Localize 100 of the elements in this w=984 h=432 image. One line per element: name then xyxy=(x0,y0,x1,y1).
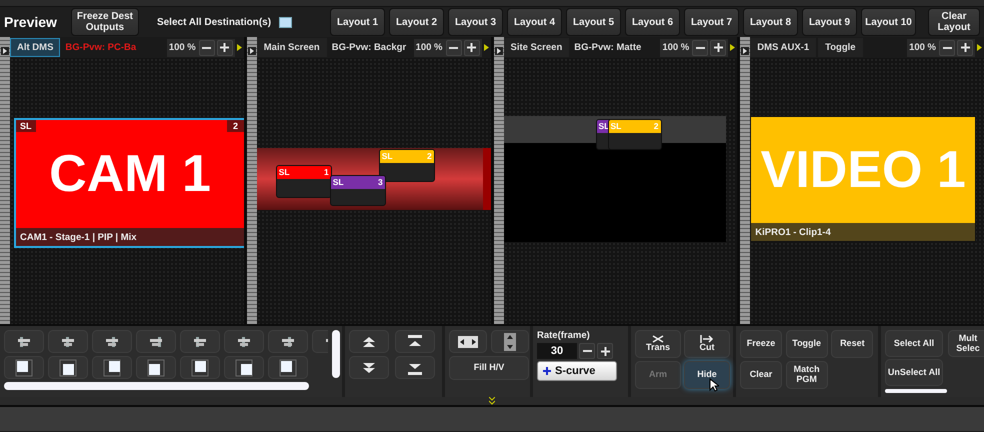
align-button[interactable] xyxy=(48,330,88,353)
fill-height-button[interactable] xyxy=(491,330,529,353)
zoom-out-button[interactable] xyxy=(198,40,215,56)
source-layer[interactable]: SL 2 CAM 1 CAM1 - Stage-1 | PIP | Mix xyxy=(14,118,244,248)
arrange-button[interactable] xyxy=(395,356,435,379)
action-button[interactable]: Match PGM xyxy=(786,361,828,389)
zoom-in-button[interactable] xyxy=(464,40,480,56)
zoom-out-button[interactable] xyxy=(939,40,955,56)
expand-icon[interactable] xyxy=(489,397,495,405)
arrange-button[interactable] xyxy=(395,330,435,353)
layer-number: 1 xyxy=(324,166,329,179)
zoom-out-button[interactable] xyxy=(579,343,595,359)
chevron-icon[interactable] xyxy=(236,44,242,51)
minus-icon xyxy=(202,46,212,48)
layer-tag: SL xyxy=(16,120,36,132)
resize-grip[interactable] xyxy=(494,37,504,324)
align-icon xyxy=(104,334,120,348)
layout-button[interactable]: Layout 5 xyxy=(566,8,621,36)
position-icon xyxy=(15,358,33,376)
layer-number: 2 xyxy=(427,150,432,163)
align-button[interactable] xyxy=(4,330,44,353)
cut-arrow-icon xyxy=(700,335,714,344)
preview-title: Preview xyxy=(4,14,57,30)
minus-icon xyxy=(582,350,592,352)
select-button[interactable]: Select All xyxy=(885,330,943,357)
select-all-checkbox[interactable] xyxy=(279,16,292,28)
position-button[interactable] xyxy=(224,356,264,379)
resize-grip[interactable] xyxy=(740,37,750,324)
destination-tab[interactable]: Main Screen xyxy=(256,38,327,57)
scrollbar-thumb[interactable] xyxy=(885,389,947,393)
collapse-icon[interactable] xyxy=(1,47,9,55)
plus-icon xyxy=(220,43,230,52)
source-layer[interactable]: SL 3 xyxy=(330,175,386,206)
transition-button[interactable]: Trans xyxy=(635,330,681,358)
align-icon xyxy=(192,334,208,348)
scrollbar-thumb[interactable] xyxy=(332,330,340,378)
resize-grip[interactable] xyxy=(246,37,257,324)
action-button[interactable]: Toggle xyxy=(786,330,828,358)
zoom-out-button[interactable] xyxy=(692,40,708,56)
zoom-out-button[interactable] xyxy=(446,40,462,56)
position-button[interactable] xyxy=(136,356,176,379)
scrollbar-thumb[interactable] xyxy=(4,382,309,390)
select-button[interactable]: UnSelect All xyxy=(885,359,943,386)
layout-button[interactable]: Layout 1 xyxy=(330,8,385,36)
layout-button[interactable]: Layout 6 xyxy=(625,8,680,36)
chevron-icon[interactable] xyxy=(977,44,982,51)
clear-layout-button[interactable]: Clear Layout xyxy=(928,8,980,36)
freeze-dest-button[interactable]: Freeze Dest Outputs xyxy=(70,8,139,36)
collapse-icon[interactable] xyxy=(741,47,750,55)
align-button[interactable] xyxy=(92,330,132,353)
align-button[interactable] xyxy=(180,330,220,353)
destination-tab[interactable]: DMS AUX-1 xyxy=(750,38,816,57)
align-button[interactable] xyxy=(224,330,264,353)
collapse-icon[interactable] xyxy=(494,47,502,55)
position-button[interactable] xyxy=(180,356,220,379)
transition-button[interactable]: Cut xyxy=(684,330,730,358)
layout-button[interactable]: Layout 9 xyxy=(802,8,857,36)
fit-height-icon xyxy=(504,332,516,350)
resize-grip[interactable] xyxy=(0,37,10,324)
transition-button[interactable]: Hide xyxy=(684,361,730,389)
zoom-in-button[interactable] xyxy=(216,40,233,56)
fill-width-button[interactable] xyxy=(449,330,487,353)
destination-tab[interactable]: Alt DMS xyxy=(10,38,60,57)
curve-button[interactable]: S-curve xyxy=(537,361,617,381)
layout-button[interactable]: Layout 2 xyxy=(389,8,444,36)
zoom-in-button[interactable] xyxy=(597,343,613,359)
layer-tag: SL xyxy=(278,166,290,179)
position-icon xyxy=(59,358,77,376)
select-button[interactable]: Mult Selec xyxy=(948,330,984,357)
arrange-button[interactable] xyxy=(349,330,389,353)
position-icon xyxy=(147,358,165,376)
action-button[interactable]: Reset xyxy=(831,330,874,358)
position-button[interactable] xyxy=(48,356,88,379)
align-button[interactable] xyxy=(268,330,308,353)
chevron-icon[interactable] xyxy=(484,44,488,51)
position-button[interactable] xyxy=(4,356,44,379)
align-icon xyxy=(148,334,164,348)
source-layer[interactable]: VIDEO 1 KiPRO1 - Clip1-4 xyxy=(750,116,976,242)
arrange-button[interactable] xyxy=(349,356,389,379)
action-button[interactable]: Freeze xyxy=(740,330,782,358)
layout-button[interactable]: Layout 8 xyxy=(743,8,798,36)
layout-button[interactable]: Layout 7 xyxy=(684,8,739,36)
layer-tag: SL xyxy=(598,120,610,133)
layout-button[interactable]: Layout 4 xyxy=(507,8,562,36)
zoom-in-button[interactable] xyxy=(710,40,726,56)
align-button[interactable] xyxy=(136,330,176,353)
destination-tab[interactable]: Toggle xyxy=(818,38,863,57)
source-layer[interactable]: SL 1 xyxy=(276,165,332,198)
fill-button[interactable]: Fill H/V xyxy=(449,356,529,380)
layout-button[interactable]: Layout 10 xyxy=(861,8,916,36)
position-button[interactable] xyxy=(268,356,308,379)
rate-field[interactable]: 30 xyxy=(537,343,577,359)
chevron-icon[interactable] xyxy=(730,44,736,51)
position-icon xyxy=(235,358,253,376)
position-button[interactable] xyxy=(92,356,132,379)
zoom-in-button[interactable] xyxy=(957,40,973,56)
action-button[interactable]: Clear xyxy=(740,361,782,389)
collapse-icon[interactable] xyxy=(248,47,256,55)
destination-tab[interactable]: Site Screen xyxy=(504,38,570,57)
layout-button[interactable]: Layout 3 xyxy=(448,8,503,36)
